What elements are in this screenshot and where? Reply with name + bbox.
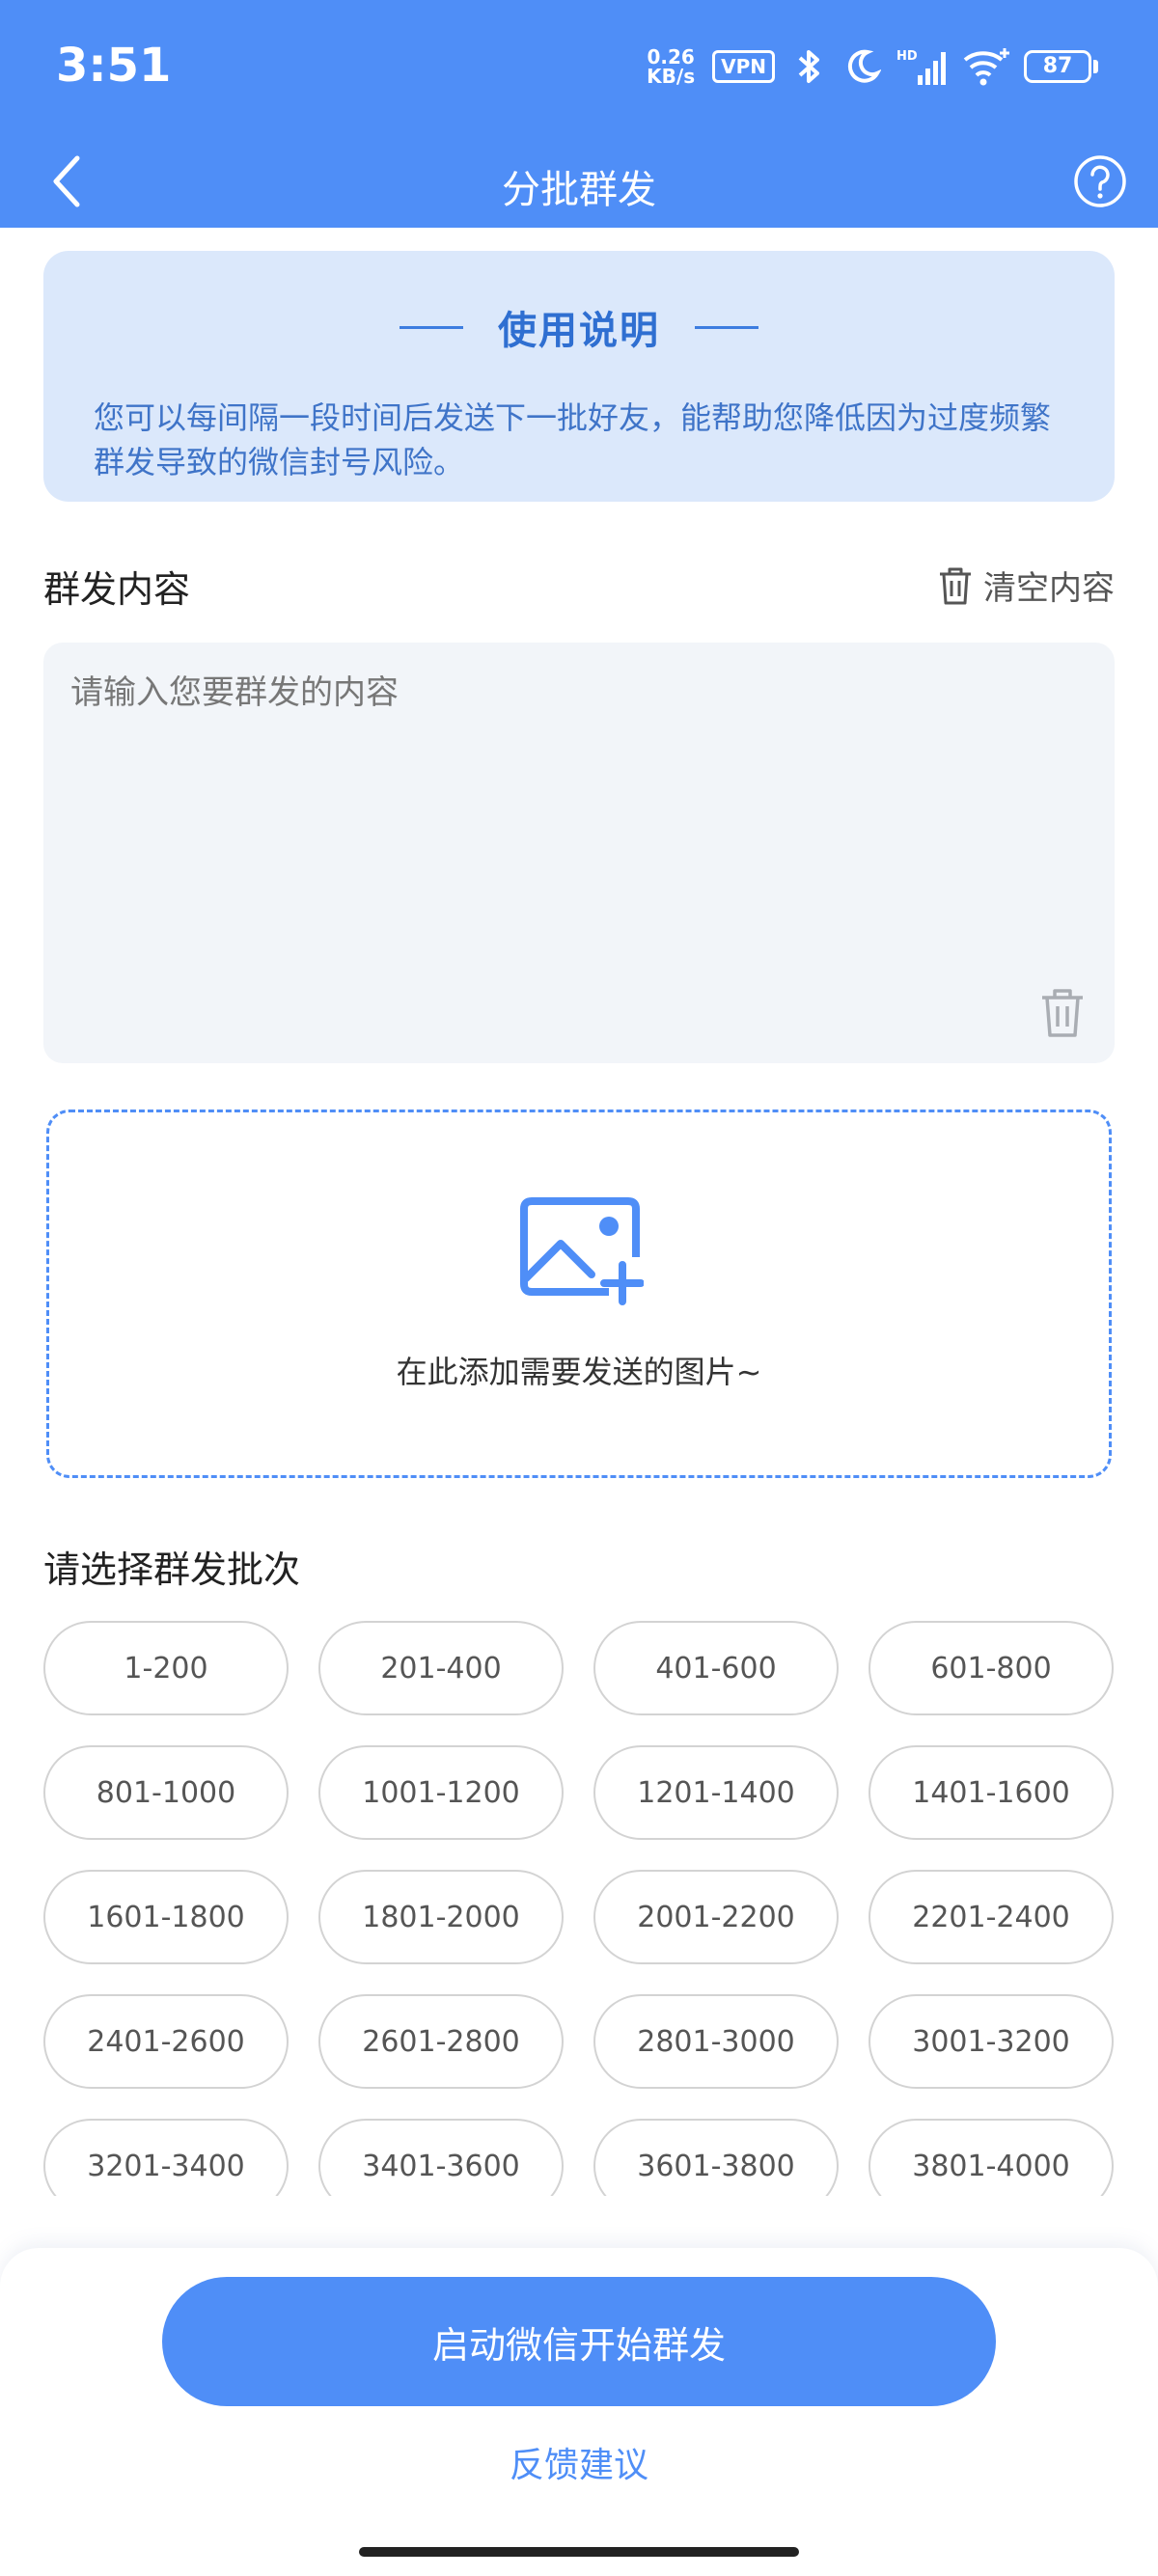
batch-option[interactable]: 2401-2600: [43, 1994, 289, 2089]
network-speed-value: 0.26: [647, 45, 695, 69]
batch-option[interactable]: 201-400: [318, 1621, 564, 1715]
nav-bar: 分批群发: [0, 135, 1158, 228]
title-divider-right: [695, 325, 758, 329]
signal-hd-label: HD: [896, 49, 918, 64]
battery-icon: 87: [1024, 50, 1098, 83]
content-input[interactable]: [70, 666, 1074, 955]
batch-option[interactable]: 801-1000: [43, 1745, 289, 1840]
batch-option[interactable]: 3001-3200: [868, 1994, 1114, 2089]
batch-option[interactable]: 2801-3000: [593, 1994, 839, 2089]
batch-option[interactable]: 3601-3800: [593, 2119, 839, 2196]
batch-option[interactable]: 1801-2000: [318, 1870, 564, 1964]
batch-grid: 1-200 201-400 401-600 601-800 801-1000 1001-1…: [43, 1621, 1115, 2196]
batch-option[interactable]: 3801-4000: [868, 2119, 1114, 2196]
batch-option[interactable]: 2001-2200: [593, 1870, 839, 1964]
batch-option[interactable]: 3401-3600: [318, 2119, 564, 2196]
clear-content-label: 清空内容: [983, 569, 1115, 608]
add-image-icon: [520, 1197, 644, 1305]
content-input-box: [43, 643, 1115, 1063]
bottom-action-panel: 启动微信开始群发 反馈建议: [0, 2248, 1158, 2576]
usage-title: 使用说明: [498, 309, 660, 353]
title-divider-left: [400, 325, 463, 329]
batch-option[interactable]: 401-600: [593, 1621, 839, 1715]
usage-title-row: 使用说明: [43, 299, 1115, 355]
image-upload-area[interactable]: 在此添加需要发送的图片~: [46, 1110, 1112, 1478]
trash-icon: [940, 567, 971, 604]
clear-input-button[interactable]: [1035, 984, 1089, 1042]
clear-content-button[interactable]: 清空内容: [937, 562, 1115, 609]
cellular-signal-icon: HD: [896, 46, 949, 87]
page: 3:51 0.26 KB/s VPN HD 87 分批群发 使用说明 您可以每间…: [0, 0, 1158, 2576]
batch-option[interactable]: 3201-3400: [43, 2119, 289, 2196]
batch-section-label: 请选择群发批次: [43, 1548, 301, 1591]
batch-option[interactable]: 1001-1200: [318, 1745, 564, 1840]
status-time: 3:51: [56, 39, 172, 93]
help-icon: [1074, 155, 1126, 207]
header: 3:51 0.26 KB/s VPN HD 87 分批群发: [0, 0, 1158, 228]
moon-icon: [842, 46, 883, 87]
batch-option[interactable]: 1201-1400: [593, 1745, 839, 1840]
usage-info-card: 使用说明 您可以每间隔一段时间后发送下一批好友，能帮助您降低因为过度频繁群发导致…: [43, 251, 1115, 502]
bluetooth-icon: [788, 46, 829, 87]
trash-icon: [1042, 989, 1083, 1037]
battery-level: 87: [1024, 50, 1091, 83]
batch-option[interactable]: 1401-1600: [868, 1745, 1114, 1840]
start-wechat-broadcast-button[interactable]: 启动微信开始群发: [162, 2277, 996, 2406]
batch-option[interactable]: 2201-2400: [868, 1870, 1114, 1964]
network-speed: 0.26 KB/s: [643, 47, 699, 86]
help-button[interactable]: [1065, 147, 1135, 216]
batch-option[interactable]: 601-800: [868, 1621, 1114, 1715]
batch-option[interactable]: 2601-2800: [318, 1994, 564, 2089]
wifi-icon: [962, 46, 1010, 87]
image-upload-hint: 在此添加需要发送的图片~: [396, 1354, 762, 1390]
status-icons: 0.26 KB/s VPN HD 87: [643, 46, 1098, 87]
status-bar: 3:51 0.26 KB/s VPN HD 87: [0, 0, 1158, 135]
content-section-label: 群发内容: [43, 568, 191, 611]
network-speed-unit: KB/s: [647, 65, 696, 88]
home-indicator[interactable]: [359, 2547, 799, 2557]
vpn-badge: VPN: [712, 50, 775, 83]
feedback-link[interactable]: 反馈建议: [0, 2437, 1158, 2487]
usage-description: 您可以每间隔一段时间后发送下一批好友，能帮助您降低因为过度频繁群发导致的微信封号…: [94, 399, 1052, 480]
page-title: 分批群发: [502, 168, 656, 212]
batch-option[interactable]: 1-200: [43, 1621, 289, 1715]
batch-option[interactable]: 1601-1800: [43, 1870, 289, 1964]
content-area[interactable]: 使用说明 您可以每间隔一段时间后发送下一批好友，能帮助您降低因为过度频繁群发导致…: [0, 228, 1158, 2196]
